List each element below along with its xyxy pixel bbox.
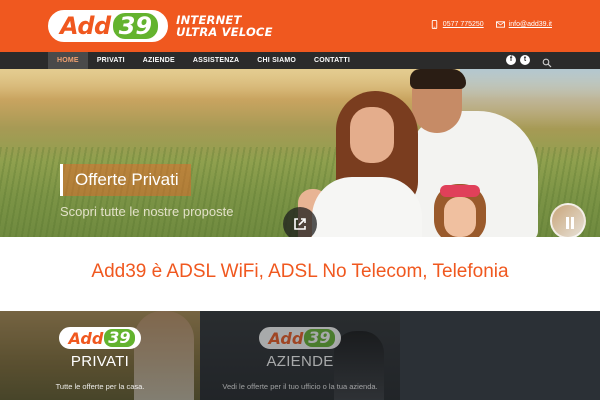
- site-logo[interactable]: Add 39 INTERNET ULTRA VELOCE: [48, 8, 273, 44]
- hero-slider[interactable]: Offerte Privati Scopri tutte le nostre p…: [0, 69, 600, 237]
- card-logo-badge: Add 39: [259, 327, 341, 349]
- twitter-icon[interactable]: t: [520, 55, 530, 65]
- nav-item-privati[interactable]: PRIVATI: [88, 52, 134, 69]
- hero-subtitle: Scopri tutte le nostre proposte: [60, 204, 234, 219]
- card-title: PRIVATI: [70, 353, 130, 370]
- card-subtitle: Tutte le offerte per la casa.: [55, 382, 145, 391]
- card-dark-panel: [400, 311, 600, 400]
- hero-girl-bow: [440, 185, 480, 197]
- phone-link[interactable]: 0577 775250: [430, 20, 484, 29]
- logo-badge: Add 39: [48, 10, 169, 42]
- card-logo-number: 39: [304, 329, 335, 347]
- hero-woman-face: [350, 107, 394, 163]
- hero-caption: Offerte Privati Scopri tutte le nostre p…: [60, 164, 233, 219]
- hero-woman-top: [312, 177, 422, 237]
- card-logo-badge: Add 39: [59, 327, 141, 349]
- nav-item-assistenza[interactable]: ASSISTENZA: [184, 52, 248, 69]
- card-privati[interactable]: Add 39 PRIVATI Tutte le offerte per la c…: [0, 311, 200, 400]
- external-link-button[interactable]: [283, 207, 317, 237]
- logo-tagline: INTERNET ULTRA VELOCE: [176, 14, 273, 38]
- nav-item-contatti[interactable]: CONTATTI: [305, 52, 359, 69]
- search-icon[interactable]: [542, 55, 552, 68]
- main-menu: HOME PRIVATI AZIENDE ASSISTENZA CHI SIAM…: [48, 52, 359, 69]
- main-navbar: HOME PRIVATI AZIENDE ASSISTENZA CHI SIAM…: [0, 52, 600, 69]
- card-title: AZIENDE: [266, 353, 334, 370]
- facebook-icon[interactable]: f: [506, 55, 516, 65]
- header-contacts: 0577 775250 info@add39.it: [430, 20, 552, 29]
- phone-icon: [430, 20, 439, 29]
- logo-word: Add: [60, 12, 111, 40]
- logo-number: 39: [112, 13, 159, 39]
- nav-item-chi-siamo[interactable]: CHI SIAMO: [248, 52, 305, 69]
- nav-icons: f t: [506, 55, 552, 68]
- facebook-glyph: f: [509, 56, 513, 63]
- hero-girl-face: [444, 197, 476, 237]
- phone-number: 0577 775250: [442, 21, 484, 28]
- card-logo-word: Add: [268, 328, 304, 348]
- email-address: info@add39.it: [508, 21, 552, 28]
- headline-section: Add39 è ADSL WiFi, ADSL No Telecom, Tele…: [0, 237, 600, 311]
- nav-item-home[interactable]: HOME: [48, 52, 88, 69]
- external-link-icon: [294, 218, 306, 230]
- card-subtitle: Vedi le offerte per il tuo ufficio o la …: [222, 382, 378, 391]
- nav-item-aziende[interactable]: AZIENDE: [134, 52, 184, 69]
- email-link[interactable]: info@add39.it: [495, 20, 552, 29]
- hero-title[interactable]: Offerte Privati: [60, 164, 191, 196]
- card-aziende[interactable]: Add 39 AZIENDE Vedi le offerte per il tu…: [200, 311, 400, 400]
- headline-text: Add39 è ADSL WiFi, ADSL No Telecom, Tele…: [91, 261, 509, 282]
- card-logo: Add 39: [0, 327, 200, 349]
- pause-icon[interactable]: [565, 217, 575, 229]
- card-logo-word: Add: [68, 328, 104, 348]
- top-header: Add 39 INTERNET ULTRA VELOCE 0577 775250…: [0, 0, 600, 52]
- twitter-glyph: t: [523, 56, 527, 63]
- envelope-icon: [495, 20, 505, 29]
- hero-man-hair: [410, 69, 466, 89]
- tagline-line2: ULTRA VELOCE: [176, 25, 273, 39]
- card-logo-number: 39: [104, 329, 135, 347]
- slide-thumbnail-1[interactable]: [550, 203, 586, 237]
- card-logo: Add 39: [200, 327, 400, 349]
